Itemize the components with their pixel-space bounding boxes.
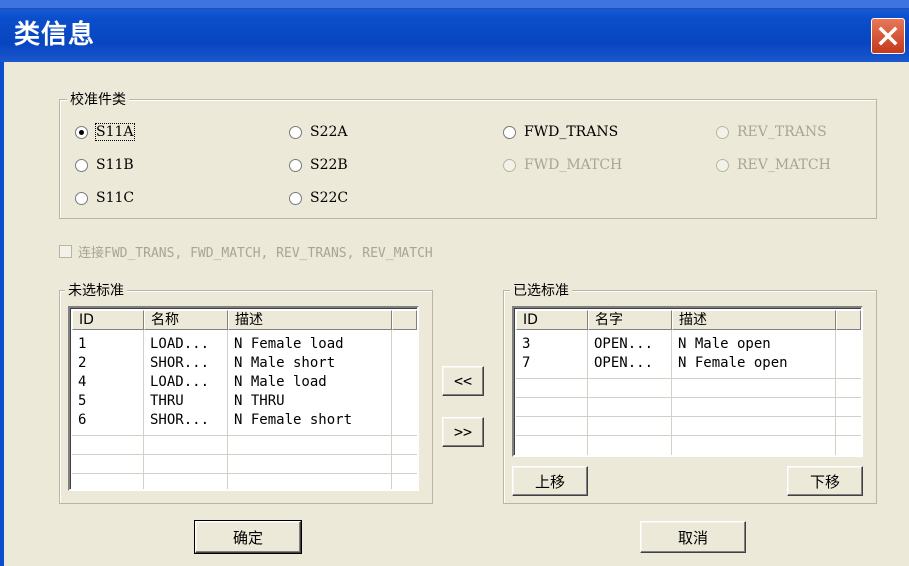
grid-line xyxy=(72,435,417,436)
table-row[interactable]: 7 OPEN... N Female open xyxy=(516,354,836,373)
radio-indicator xyxy=(75,191,88,205)
column-header-id[interactable]: ID xyxy=(72,310,144,330)
checkbox-box xyxy=(59,245,72,258)
grid-line xyxy=(516,397,861,398)
move-to-selected-button[interactable]: >> xyxy=(442,417,484,447)
cell-description: N Male open xyxy=(678,336,771,352)
table-row[interactable]: 6 SHOR... N Female short xyxy=(72,411,392,430)
table-row[interactable]: 3 OPEN... N Male open xyxy=(516,335,836,354)
cell-description: N Male load xyxy=(234,374,327,390)
move-down-button[interactable]: 下移 xyxy=(787,466,863,496)
radio-indicator xyxy=(75,125,88,139)
radio-fwd-match: FWD_MATCH xyxy=(503,157,622,173)
cell-id: 7 xyxy=(522,355,531,371)
radio-rev-match: REV_MATCH xyxy=(716,157,831,173)
radio-label: S11B xyxy=(96,157,134,173)
cell-description: N Female load xyxy=(234,336,344,352)
grid-line xyxy=(72,454,417,455)
cancel-button[interactable]: 取消 xyxy=(640,521,746,553)
radio-label: S11C xyxy=(96,190,135,206)
radio-indicator xyxy=(75,158,88,172)
radio-label: REV_TRANS xyxy=(737,124,827,140)
column-header-name[interactable]: 名字 xyxy=(588,310,672,330)
radio-s11a[interactable]: S11A xyxy=(75,123,135,141)
column-header-filler xyxy=(836,310,861,330)
close-icon xyxy=(878,26,898,46)
cell-id: 4 xyxy=(78,374,87,390)
cell-id: 5 xyxy=(78,393,87,409)
radio-label: S11A xyxy=(95,123,135,141)
radio-fwd-trans[interactable]: FWD_TRANS xyxy=(503,124,618,140)
window-title: 类信息 xyxy=(14,20,96,50)
radio-label: FWD_TRANS xyxy=(524,124,619,140)
column-header-id[interactable]: ID xyxy=(516,310,588,330)
cell-id: 1 xyxy=(78,336,87,352)
cell-id: 6 xyxy=(78,412,87,428)
cell-description: N Male short xyxy=(234,355,336,371)
ok-button[interactable]: 确定 xyxy=(194,520,302,554)
radio-label: FWD_MATCH xyxy=(524,157,623,173)
radio-s11c[interactable]: S11C xyxy=(75,190,134,206)
selected-standards-label: 已选标准 xyxy=(510,280,572,300)
radio-s22a[interactable]: S22A xyxy=(289,124,348,140)
table-row[interactable]: 1 LOAD... N Female load xyxy=(72,335,392,354)
radio-s22b[interactable]: S22B xyxy=(289,157,348,173)
radio-indicator xyxy=(289,125,302,139)
grid-line xyxy=(516,416,861,417)
list-header: ID 名字 描述 xyxy=(516,310,861,330)
close-button[interactable] xyxy=(871,18,905,54)
radio-indicator xyxy=(716,125,729,139)
column-header-filler xyxy=(392,310,417,330)
radio-label: S22A xyxy=(310,124,348,140)
column-header-description[interactable]: 描述 xyxy=(228,310,392,330)
title-bar-top-edge xyxy=(0,0,909,9)
window-left-border xyxy=(0,62,4,566)
checkbox-label: 连接FWD_TRANS, FWD_MATCH, REV_TRANS, REV_M… xyxy=(78,246,433,261)
table-row[interactable]: 4 LOAD... N Male load xyxy=(72,373,392,392)
grid-line xyxy=(516,378,861,379)
grid-line xyxy=(72,473,417,474)
cell-description: N Female short xyxy=(234,412,353,428)
column-header-description[interactable]: 描述 xyxy=(672,310,836,330)
cell-name: SHOR... xyxy=(150,355,210,371)
cell-name: LOAD... xyxy=(150,374,210,390)
radio-s11b[interactable]: S11B xyxy=(75,157,134,173)
radio-label: S22C xyxy=(310,190,349,206)
calibration-class-group-label: 校准件类 xyxy=(67,89,129,109)
link-standards-checkbox: 连接FWD_TRANS, FWD_MATCH, REV_TRANS, REV_M… xyxy=(59,242,433,261)
cell-id: 2 xyxy=(78,355,87,371)
grid-line xyxy=(516,435,861,436)
radio-indicator xyxy=(716,158,729,172)
cell-description: N Female open xyxy=(678,355,788,371)
move-up-button[interactable]: 上移 xyxy=(512,466,588,496)
list-header: ID 名称 描述 xyxy=(72,310,417,330)
cell-name: OPEN... xyxy=(594,336,654,352)
cell-name: SHOR... xyxy=(150,412,210,428)
table-row[interactable]: 5 THRU N THRU xyxy=(72,392,392,411)
title-bar[interactable]: 类信息 xyxy=(0,0,909,62)
cell-id: 3 xyxy=(522,336,531,352)
radio-indicator xyxy=(503,125,516,139)
cell-description: N THRU xyxy=(234,393,285,409)
cell-name: LOAD... xyxy=(150,336,210,352)
radio-rev-trans: REV_TRANS xyxy=(716,124,827,140)
radio-indicator xyxy=(289,158,302,172)
move-to-unselected-button[interactable]: << xyxy=(442,366,484,396)
cell-name: THRU xyxy=(150,393,184,409)
radio-indicator xyxy=(503,158,516,172)
table-row[interactable]: 2 SHOR... N Male short xyxy=(72,354,392,373)
cell-name: OPEN... xyxy=(594,355,654,371)
radio-label: REV_MATCH xyxy=(737,157,831,173)
column-header-name[interactable]: 名称 xyxy=(144,310,228,330)
selected-standards-list[interactable]: ID 名字 描述 3 OPEN... N Male open 7 OPEN...… xyxy=(512,306,863,457)
unselected-standards-list[interactable]: ID 名称 描述 1 LOAD... N Female load 2 SHOR.… xyxy=(68,306,419,491)
radio-label: S22B xyxy=(310,157,348,173)
unselected-standards-label: 未选标准 xyxy=(65,280,127,300)
radio-indicator xyxy=(289,191,302,205)
radio-s22c[interactable]: S22C xyxy=(289,190,348,206)
